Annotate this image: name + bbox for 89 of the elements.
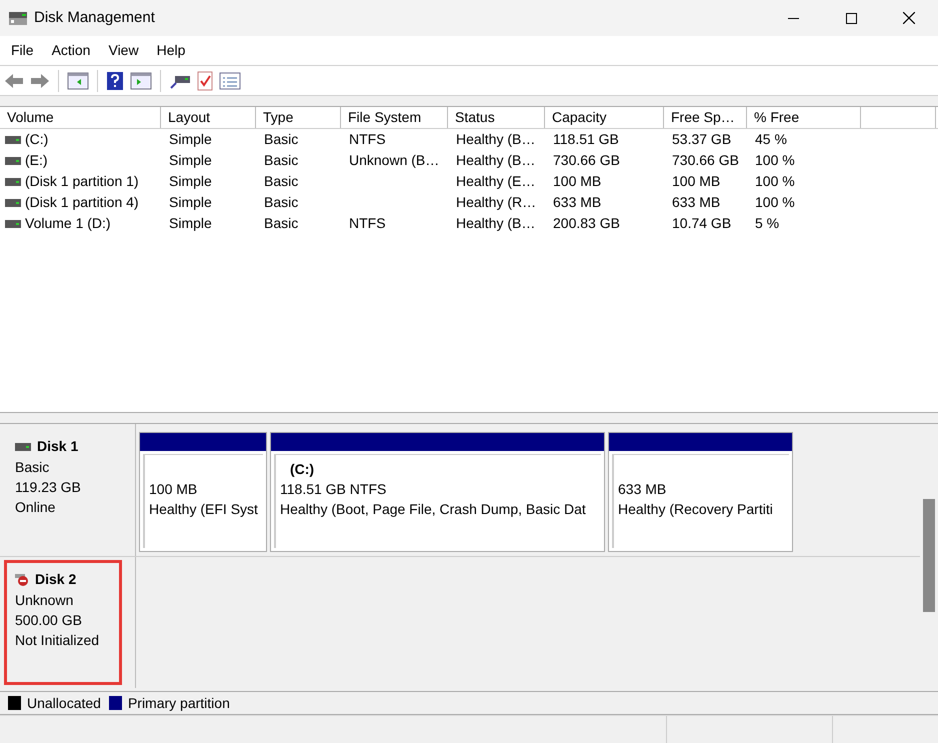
table-cell-text: 100 MB — [672, 172, 720, 191]
back-arrow-icon[interactable] — [4, 72, 24, 88]
disk-name[interactable]: Disk 2 — [35, 569, 76, 590]
table-cell-text: NTFS — [349, 130, 386, 149]
table-cell-text: 100 % — [755, 172, 795, 191]
splitter-bar[interactable] — [0, 412, 938, 424]
table-cell-text: 633 MB — [553, 193, 602, 212]
menu-item[interactable]: Help — [148, 38, 194, 62]
table-cell-text: Volume 1 (D:) — [25, 214, 111, 233]
disk-info-text: 119.23 GB — [15, 478, 82, 497]
action-pane-icon[interactable] — [130, 72, 152, 90]
table-cell-text: Healthy (B… — [456, 214, 536, 233]
table-cell-text: 200.83 GB — [553, 214, 620, 233]
table-cell-text: Healthy (E… — [456, 172, 536, 191]
table-cell-text: 10.74 GB — [672, 214, 732, 233]
disk-warning-icon — [15, 572, 29, 586]
window-title: Disk Management — [34, 8, 155, 28]
drive-icon — [5, 220, 21, 228]
disk-info-text: Unknown — [15, 591, 74, 610]
forward-arrow-icon[interactable] — [30, 72, 50, 88]
disk-name[interactable]: Disk 1 — [37, 436, 78, 457]
table-cell-text: 730.66 GB — [553, 151, 620, 170]
scrollbar-thumb[interactable] — [923, 499, 935, 612]
partition-size: 118.51 GB NTFS — [280, 480, 388, 499]
table-cell-text: Basic — [264, 214, 298, 233]
table-cell-text: Simple — [169, 151, 212, 170]
table-cell-text: (C:) — [25, 130, 48, 149]
disk-info-text: Online — [15, 498, 56, 517]
drive-icon — [5, 156, 21, 164]
table-cell-text: NTFS — [349, 214, 386, 233]
checklist-icon[interactable] — [197, 70, 213, 90]
column-header[interactable]: Type — [263, 107, 294, 128]
table-cell-text: 100 % — [755, 151, 795, 170]
table-cell-text: 100 % — [755, 193, 795, 212]
table-cell-text: Basic — [264, 151, 298, 170]
properties-icon[interactable] — [219, 72, 241, 90]
disk-info-text: 500.00 GB — [15, 611, 83, 630]
drive-icon — [5, 136, 21, 144]
column-header[interactable]: Volume — [7, 107, 54, 128]
table-cell-text: Basic — [264, 193, 298, 212]
table-cell-text: (Disk 1 partition 1) — [25, 172, 139, 191]
close-icon — [903, 12, 915, 24]
menu-item[interactable]: View — [99, 38, 148, 62]
partition-block[interactable]: 100 MB Healthy (EFI Syst — [139, 432, 267, 552]
disk-management-icon — [8, 10, 28, 26]
partition-label: (C:) — [289, 460, 316, 479]
column-header[interactable]: File System — [348, 107, 422, 128]
table-cell-text: Healthy (R… — [456, 193, 536, 212]
table-cell-text: Simple — [169, 172, 212, 191]
menu-item[interactable]: File — [2, 38, 43, 62]
help-icon[interactable] — [106, 70, 124, 90]
disk-info-text: Not Initialized — [15, 631, 100, 650]
table-cell-text: Basic — [264, 172, 298, 191]
table-cell-text: 100 MB — [553, 172, 602, 191]
legend-label: Unallocated — [27, 694, 101, 712]
disk-info-text: Basic — [15, 458, 50, 477]
table-cell-text: 633 MB — [672, 193, 720, 212]
partition-status: Healthy (Boot, Page File, Crash Dump, Basic Dat — [280, 500, 587, 519]
table-cell-text: Simple — [169, 214, 212, 233]
column-header[interactable]: % Free — [754, 107, 800, 128]
table-cell-text: Healthy (B… — [456, 130, 536, 149]
column-header[interactable]: Layout — [168, 107, 210, 128]
console-tree-icon[interactable] — [67, 72, 89, 90]
partition-status: Healthy (Recovery Partiti — [618, 500, 774, 519]
table-cell-text: Simple — [169, 193, 212, 212]
column-header[interactable]: Capacity — [552, 107, 606, 128]
table-cell-text: Healthy (B… — [456, 151, 536, 170]
column-header[interactable]: Free Sp… — [671, 107, 735, 128]
table-cell-text: Unknown (B… — [349, 151, 440, 170]
table-cell-text: 730.66 GB — [672, 151, 739, 170]
table-cell-text: 53.37 GB — [672, 130, 732, 149]
table-cell-text: Basic — [264, 130, 298, 149]
partition-block[interactable]: (C:) 118.51 GB NTFS Healthy (Boot, Page File, Crash Dump, Basic Dat — [270, 432, 605, 552]
table-cell-text: 45 % — [755, 130, 787, 149]
drive-icon — [5, 198, 21, 206]
legend-label: Primary partition — [128, 694, 230, 713]
maximize-icon — [846, 12, 856, 24]
partition-size: 633 MB — [618, 480, 668, 499]
table-cell-text: 118.51 GB — [553, 130, 619, 149]
partition-block[interactable]: 633 MB Healthy (Recovery Partiti — [608, 432, 793, 552]
table-cell-text: 5 % — [755, 214, 780, 233]
table-cell-text: (Disk 1 partition 4) — [25, 193, 139, 212]
column-header[interactable]: Status — [455, 107, 495, 128]
table-cell-text: (E:) — [25, 151, 48, 170]
drive-icon — [5, 178, 21, 186]
partition-size: 100 MB — [149, 480, 198, 499]
partition-status: Healthy (EFI Syst — [149, 500, 259, 519]
menu-item[interactable]: Action — [42, 38, 100, 62]
table-cell-text: Simple — [169, 130, 212, 149]
